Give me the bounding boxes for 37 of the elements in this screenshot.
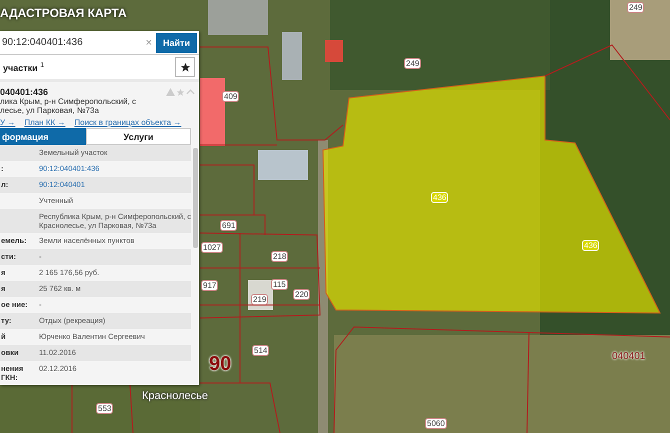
parcel-number: 1027 <box>201 242 223 253</box>
parcel-number: 553 <box>96 403 114 414</box>
address-text: лика Крым, р-н Симферопольский, с <box>0 97 138 106</box>
place-name: Краснолесье <box>142 390 208 403</box>
parcel-number: 917 <box>201 280 218 291</box>
parcel-number: 514 <box>252 345 270 356</box>
favorites-button[interactable] <box>175 57 195 78</box>
cadastral-number: 040401:436 <box>0 87 48 97</box>
parcel-number: 691 <box>220 220 238 231</box>
parcel-number: 409 <box>222 91 240 102</box>
star-icon <box>180 62 190 73</box>
parcel-number: 249 <box>627 2 644 13</box>
app-title: АДАСТРОВАЯ КАРТА <box>0 6 127 20</box>
star-icon[interactable] <box>176 88 185 96</box>
tab[interactable]: формация <box>0 128 86 145</box>
parcel-number: 5060 <box>425 418 447 429</box>
quarter-number: 040401 <box>612 351 646 363</box>
parcel-number: 219 <box>251 294 268 305</box>
scrollbar[interactable] <box>193 148 198 248</box>
warning-icon[interactable] <box>166 88 175 96</box>
link[interactable]: План КК → <box>24 118 66 127</box>
find-button[interactable]: Найти <box>156 32 197 53</box>
parcel-number: 220 <box>293 289 310 300</box>
selected-parcel-polygon[interactable] <box>322 75 661 314</box>
link[interactable]: У → <box>0 118 16 127</box>
parcel-number: 249 <box>404 58 422 69</box>
tab[interactable]: Услуги <box>86 128 191 145</box>
parcel-number: 115 <box>271 279 288 290</box>
clear-button[interactable]: × <box>146 36 152 49</box>
results-title: участки $^{1}$ <box>3 62 44 73</box>
district-number: 90 <box>209 353 232 375</box>
parcel-number: 436 <box>582 240 600 251</box>
address-text: лесье, ул Парковая, №73а <box>0 106 100 115</box>
collapse-icon[interactable] <box>186 89 195 95</box>
parcel-number: 436 <box>431 192 448 203</box>
link[interactable]: Поиск в границах объекта → <box>74 118 182 127</box>
parcel-number: 218 <box>271 251 288 262</box>
